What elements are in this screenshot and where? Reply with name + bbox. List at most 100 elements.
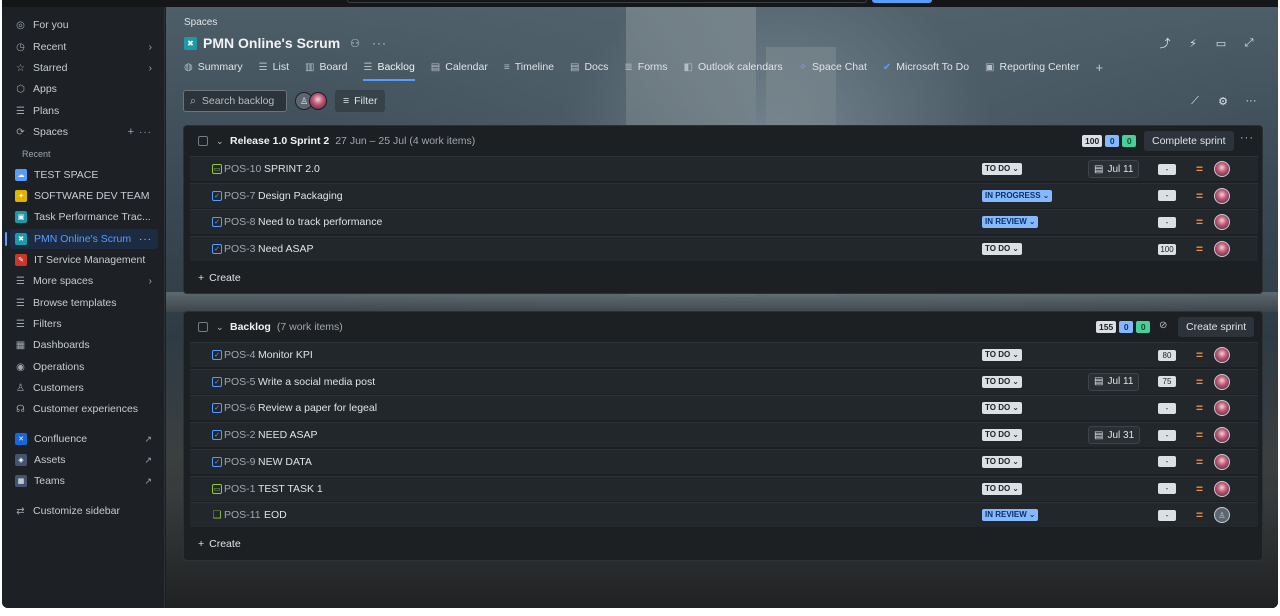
due-date[interactable]: ▤ Jul 11 (1088, 160, 1140, 178)
story-points-badge[interactable]: 75 (1158, 376, 1176, 388)
avatar[interactable] (1214, 187, 1230, 204)
due-date[interactable]: ▤ Jul 31 (1088, 426, 1141, 445)
avatar[interactable] (1214, 241, 1230, 258)
priority-medium-icon[interactable]: = (1196, 243, 1203, 255)
story-points-badge[interactable]: - (1158, 163, 1176, 175)
priority-medium-icon[interactable]: = (1196, 483, 1203, 495)
share-icon[interactable]: ⤴ (1154, 33, 1176, 53)
avatar[interactable] (1214, 453, 1230, 470)
automation-icon[interactable]: ⚡ (1182, 33, 1204, 53)
table-row[interactable]: ▭ POS-10 SPRINT 2.0 TO DO ⌄ ▤ Jul 11 - = (190, 156, 1258, 181)
tab-outlook-calendars[interactable]: ◧ Outlook calendars (684, 57, 783, 77)
view-settings-icon[interactable]: ⚙ (1212, 91, 1234, 111)
sidebar-item-starred[interactable]: ☆ Starred › (10, 58, 158, 78)
tab-space-chat[interactable]: ✧ Space Chat (799, 57, 867, 77)
sprint-header[interactable]: ⌄ Release 1.0 Sprint 2 27 Jun – 25 Jul (4… (184, 126, 1262, 156)
issue-summary[interactable]: Need ASAP (258, 243, 313, 255)
priority-medium-icon[interactable]: = (1196, 429, 1203, 441)
sidebar-item-customers[interactable]: ♙ Customers (10, 378, 158, 398)
avatar[interactable] (1214, 400, 1230, 417)
sidebar-item-apps[interactable]: ⬡ Apps (10, 79, 158, 99)
tab-docs[interactable]: ▤ Docs (570, 57, 608, 77)
sidebar-app-teams[interactable]: ▦ Teams ↗ (10, 471, 158, 491)
status-badge[interactable]: IN REVIEW ⌄ (982, 509, 1039, 522)
complete-sprint-button[interactable]: Complete sprint (1144, 131, 1234, 151)
status-badge[interactable]: TO DO ⌄ (982, 349, 1022, 361)
unassigned-avatar-icon[interactable]: ♙ (1214, 507, 1230, 524)
issue-key[interactable]: POS-2 (224, 429, 256, 441)
sidebar-item-recent[interactable]: ◷ Recent › (10, 37, 158, 57)
table-row[interactable]: ❑ POS-11 EOD IN REVIEW ⌄ - = ♙ (190, 502, 1258, 528)
story-points-badge[interactable]: - (1158, 429, 1176, 441)
create-button[interactable] (872, 0, 932, 3)
avatar[interactable] (309, 92, 327, 110)
table-row[interactable]: ✓ POS-3 Need ASAP TO DO ⌄ 100 = (190, 236, 1258, 262)
table-row[interactable]: ✓ POS-2 NEED ASAP TO DO ⌄ ▤ Jul 31 - = (190, 422, 1258, 448)
create-sprint-button[interactable]: Create sprint (1178, 317, 1255, 337)
sprint-checkbox[interactable] (198, 136, 208, 146)
avatar[interactable] (1214, 161, 1230, 177)
global-search-input[interactable] (347, 0, 867, 3)
issue-summary[interactable]: EOD (264, 509, 287, 521)
tab-reporting-center[interactable]: ▣ Reporting Center (985, 57, 1079, 77)
chevron-down-icon[interactable]: ⌄ (216, 136, 224, 147)
tab-timeline[interactable]: ≡ Timeline (504, 57, 554, 77)
priority-medium-icon[interactable]: = (1196, 216, 1203, 228)
priority-medium-icon[interactable]: = (1196, 509, 1203, 521)
tab-board[interactable]: ▥ Board (305, 57, 347, 77)
story-points-badge[interactable]: 100 (1158, 243, 1176, 255)
issue-summary[interactable]: NEW DATA (258, 456, 312, 468)
priority-medium-icon[interactable]: = (1196, 190, 1203, 202)
status-badge[interactable]: IN PROGRESS ⌄ (982, 189, 1053, 202)
story-points-badge[interactable]: - (1158, 190, 1176, 202)
sidebar-item-browse-templates[interactable]: ☰ Browse templates (10, 293, 158, 313)
tab-summary[interactable]: ◍ Summary (184, 57, 243, 77)
more-icon[interactable]: ··· (139, 234, 152, 245)
issue-key[interactable]: POS-8 (224, 216, 256, 228)
avatar[interactable] (1214, 347, 1230, 363)
story-points-badge[interactable]: - (1158, 456, 1176, 468)
priority-medium-icon[interactable]: = (1196, 163, 1203, 175)
issue-summary[interactable]: Review a paper for legeal (258, 402, 377, 414)
backlog-checkbox[interactable] (198, 322, 208, 332)
issue-key[interactable]: POS-3 (224, 243, 256, 255)
sidebar-space-it-service-management[interactable]: ✎ IT Service Management (10, 250, 158, 270)
avatar[interactable] (1214, 373, 1230, 390)
issue-key[interactable]: POS-6 (224, 402, 256, 414)
avatar[interactable] (1214, 480, 1230, 497)
issue-key[interactable]: POS-5 (224, 376, 256, 388)
issue-summary[interactable]: NEED ASAP (258, 429, 318, 441)
priority-medium-icon[interactable]: = (1196, 349, 1203, 361)
filter-button[interactable]: ≡ Filter (335, 90, 386, 112)
sidebar-item-spaces[interactable]: ⟳ Spaces + ··· (10, 122, 158, 142)
story-points-badge[interactable]: - (1158, 509, 1176, 521)
table-row[interactable]: ✓ POS-5 Write a social media post TO DO ⌄ ▤ Ju… (190, 368, 1258, 394)
sidebar-app-confluence[interactable]: ✕ Confluence ↗ (10, 429, 158, 449)
tab-calendar[interactable]: ▤ Calendar (431, 57, 488, 77)
avatar[interactable] (1214, 214, 1230, 231)
issue-key[interactable]: POS-1 (224, 483, 256, 495)
issue-summary[interactable]: TEST TASK 1 (258, 483, 323, 495)
create-item-button[interactable]: + Create (198, 272, 241, 284)
tab-microsoft-to-do[interactable]: ✔ Microsoft To Do (883, 57, 969, 77)
story-points-badge[interactable]: - (1158, 216, 1176, 228)
feedback-icon[interactable]: ▭ (1210, 33, 1232, 53)
more-actions-icon[interactable]: ··· (372, 36, 387, 50)
issue-key[interactable]: POS-10 (224, 163, 261, 175)
sidebar-item-for-you[interactable]: ◎ For you (10, 15, 158, 35)
tab-forms[interactable]: ≣ Forms (624, 57, 667, 77)
issue-summary[interactable]: SPRINT 2.0 (264, 163, 320, 175)
sidebar-item-customer-experiences[interactable]: ☊ Customer experiences (10, 399, 158, 419)
tab-list[interactable]: ☰ List (259, 57, 289, 77)
sidebar-item-dashboards[interactable]: ▦ Dashboards (10, 335, 158, 355)
create-item-button[interactable]: + Create (198, 538, 241, 550)
story-points-badge[interactable]: - (1158, 402, 1176, 414)
issue-key[interactable]: POS-7 (224, 190, 256, 202)
status-badge[interactable]: TO DO ⌄ (982, 402, 1022, 415)
add-tab-icon[interactable]: + (1095, 60, 1103, 75)
sidebar-app-assets[interactable]: ◈ Assets ↗ (10, 450, 158, 470)
sidebar-item-operations[interactable]: ◉ Operations (10, 357, 158, 377)
table-row[interactable]: ▭ POS-1 TEST TASK 1 TO DO ⌄ - = (190, 475, 1258, 501)
chevron-down-icon[interactable]: ⌄ (216, 322, 224, 333)
story-points-badge[interactable]: - (1158, 483, 1176, 494)
